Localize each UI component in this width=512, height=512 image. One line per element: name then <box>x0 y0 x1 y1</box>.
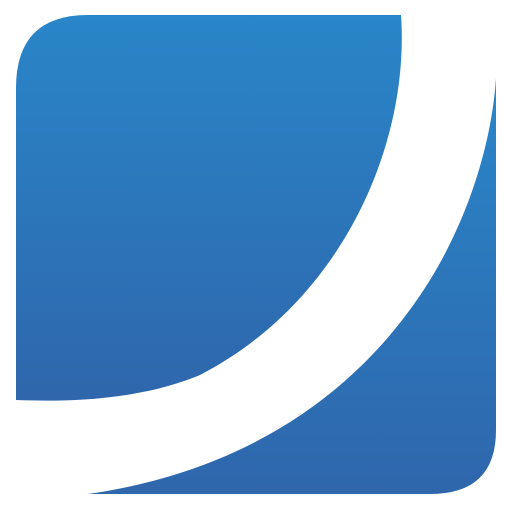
logo-upper-panel <box>16 15 402 401</box>
blue-square-swoosh-logo-icon <box>16 15 496 494</box>
logo-canvas <box>0 0 512 512</box>
